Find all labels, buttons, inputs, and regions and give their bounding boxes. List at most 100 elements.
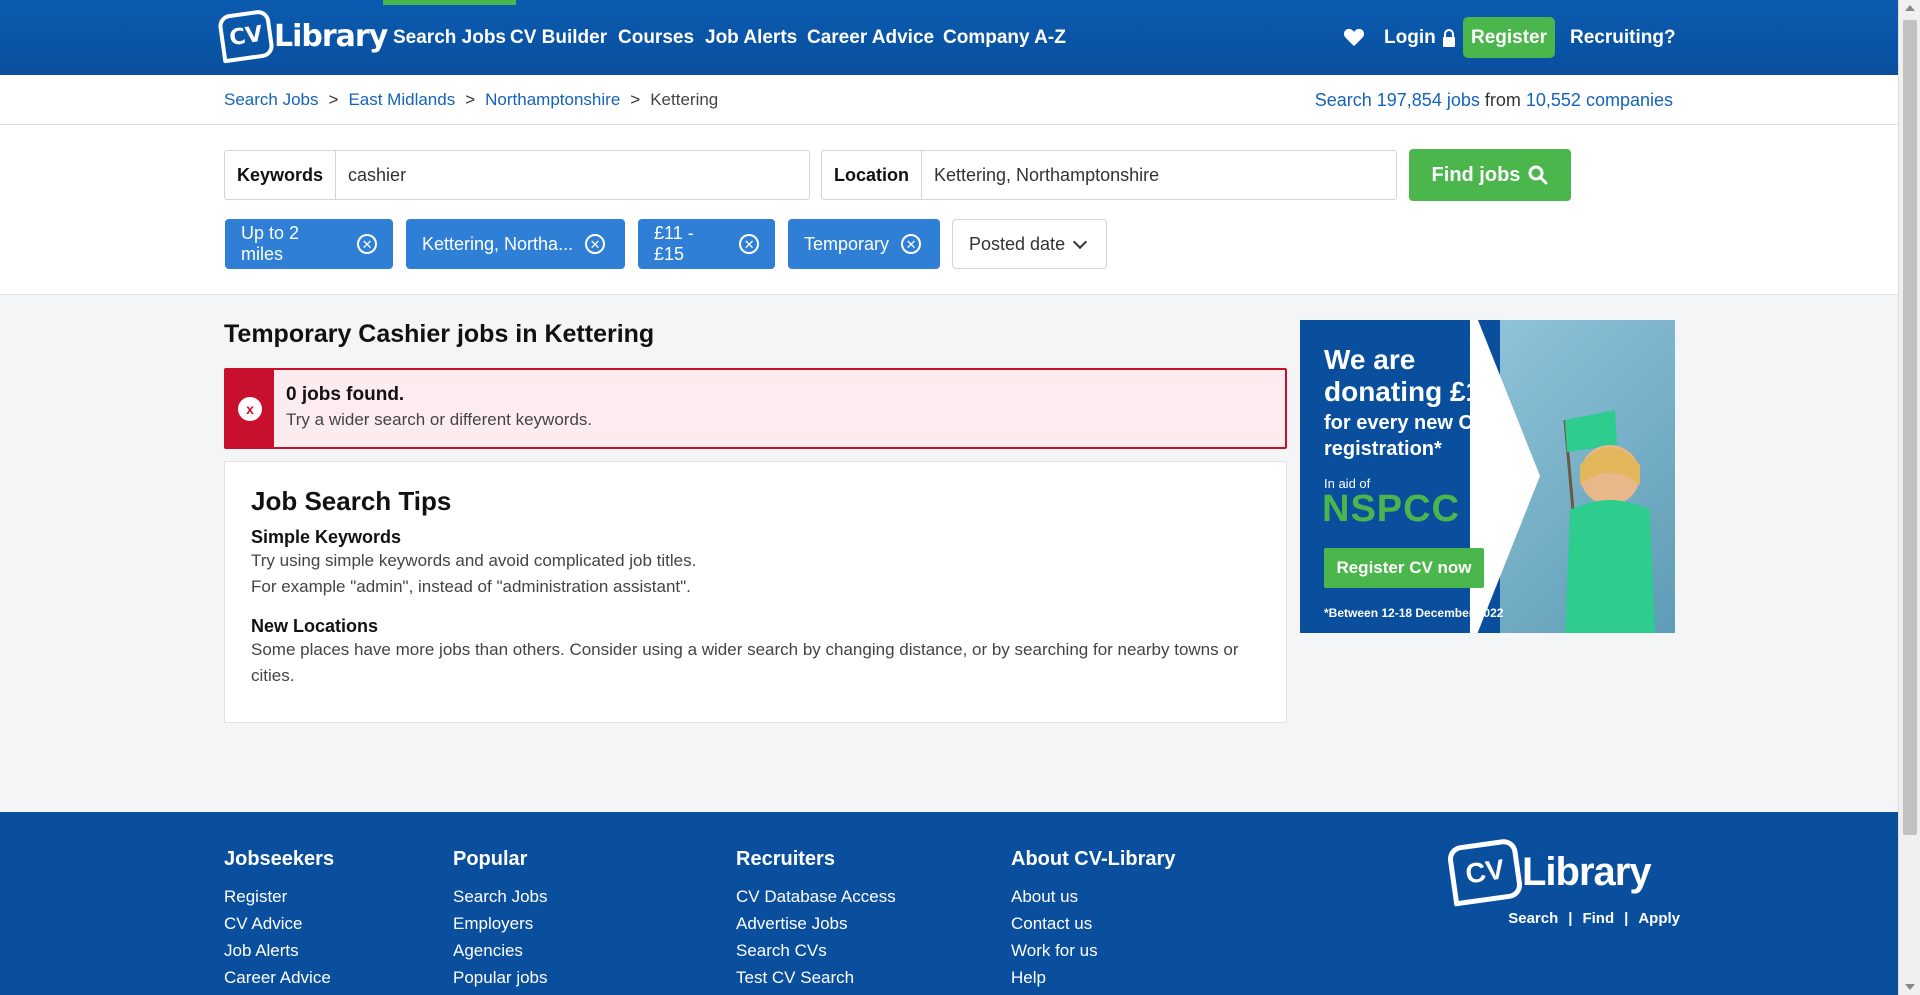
tagline-search: Search [1508, 910, 1559, 927]
filter-chip-distance[interactable]: Up to 2 miles ✕ [225, 219, 393, 269]
no-results-alert: x 0 jobs found. Try a wider search or di… [224, 368, 1287, 449]
breadcrumb-current: Kettering [650, 90, 719, 109]
tip-heading: New Locations [251, 616, 379, 636]
footer-col-title: Jobseekers [224, 848, 335, 870]
find-jobs-label: Find jobs [1431, 163, 1521, 186]
close-icon[interactable]: ✕ [901, 234, 922, 254]
footer-col-recruiters: Recruiters CV Database Access Advertise … [736, 848, 896, 991]
close-icon[interactable]: ✕ [585, 234, 606, 254]
footer-logo[interactable]: CV Library Search | Find | Apply [1446, 837, 1680, 927]
footer-col-popular: Popular Search Jobs Employers Agencies P… [453, 848, 548, 991]
footer-logo-cv-mark: CV [1446, 837, 1524, 907]
search-icon [1528, 165, 1548, 185]
nav-career-advice[interactable]: Career Advice [807, 0, 934, 75]
footer-link[interactable]: Job Alerts [224, 937, 334, 964]
breadcrumb-northamptonshire[interactable]: Northamptonshire [485, 75, 620, 125]
chevron-down-icon [1073, 234, 1088, 249]
scroll-up-arrow-icon[interactable] [1905, 5, 1915, 11]
alert-title: 0 jobs found. [286, 384, 405, 405]
location-input[interactable] [922, 151, 1396, 199]
tagline-apply: Apply [1638, 910, 1680, 927]
tip-heading: Simple Keywords [251, 527, 402, 547]
footer-col-title: Recruiters [736, 848, 835, 870]
sort-dropdown[interactable]: Posted date [952, 219, 1107, 269]
footer-link[interactable]: Work for us [1011, 937, 1175, 964]
logo-cv-mark: CV [216, 8, 276, 64]
scroll-down-arrow-icon[interactable] [1905, 984, 1915, 990]
tagline-find: Find [1582, 910, 1615, 927]
location-field: Location [821, 150, 1397, 200]
search-area: Keywords Location Find jobs Up to 2 mile… [0, 125, 1898, 295]
breadcrumb-bar: Search Jobs > East Midlands > Northampto… [0, 75, 1898, 125]
logo-wordmark: Library [274, 18, 388, 54]
login-link[interactable]: Login [1384, 0, 1456, 75]
footer-link[interactable]: Register [224, 883, 334, 910]
nav-company-a-z[interactable]: Company A-Z [943, 0, 1066, 75]
footer-logo-wordmark: Library [1522, 849, 1652, 894]
footer-link[interactable]: Popular jobs [453, 964, 548, 991]
job-search-tips: Job Search Tips Simple Keywords Try usin… [224, 461, 1287, 723]
filter-chip-job-type[interactable]: Temporary ✕ [788, 219, 940, 269]
footer-link[interactable]: Agencies [453, 937, 548, 964]
footer-link[interactable]: About us [1011, 883, 1175, 910]
footer-tagline: Search | Find | Apply [1450, 910, 1680, 927]
top-navigation: CV Library Search Jobs CV Builder Course… [0, 0, 1898, 75]
login-label: Login [1384, 27, 1436, 48]
stats-jobs-link[interactable]: 197,854 jobs [1377, 90, 1480, 110]
alert-body: 0 jobs found. Try a wider search or diff… [274, 370, 604, 447]
ad-register-cv-button[interactable]: Register CV now [1324, 548, 1484, 588]
footer-link[interactable]: Contact us [1011, 910, 1175, 937]
keywords-input[interactable] [336, 151, 809, 199]
lock-icon [1442, 28, 1455, 47]
footer-link[interactable]: Search Jobs [453, 883, 548, 910]
alert-message: Try a wider search or different keywords… [286, 410, 593, 429]
nspcc-advert[interactable]: We are donating £1 for every new CV regi… [1300, 320, 1675, 633]
stats-companies-link[interactable]: 10,552 companies [1526, 90, 1673, 110]
breadcrumb-separator: > [465, 90, 476, 109]
keywords-field: Keywords [224, 150, 810, 200]
footer-link[interactable]: Advertise Jobs [736, 910, 896, 937]
ad-charity: NSPCC [1322, 488, 1461, 530]
footer-link[interactable]: Career Advice [224, 964, 334, 991]
breadcrumb-east-midlands[interactable]: East Midlands [348, 75, 455, 125]
site-logo[interactable]: CV Library [216, 8, 388, 64]
footer-link[interactable]: Employers [453, 910, 548, 937]
footer-col-jobseekers: Jobseekers Register CV Advice Job Alerts… [224, 848, 334, 991]
footer-link[interactable]: Test CV Search [736, 964, 896, 991]
tip-text: Some places have more jobs than others. … [251, 640, 1239, 685]
tip-text: For example "admin", instead of "adminis… [251, 577, 691, 596]
close-icon[interactable]: ✕ [739, 234, 759, 254]
breadcrumb: Search Jobs > East Midlands > Northampto… [224, 75, 718, 125]
footer-link[interactable]: Search CVs [736, 937, 896, 964]
site-footer: Jobseekers Register CV Advice Job Alerts… [0, 812, 1898, 995]
nav-search-jobs[interactable]: Search Jobs [383, 0, 516, 75]
child-illustration [1563, 410, 1655, 633]
ad-subline: for every new CV registration* [1324, 412, 1487, 460]
site-stats: Search 197,854 jobs from 10,552 companie… [1315, 75, 1673, 125]
filter-chip-location[interactable]: Kettering, Northa... ✕ [406, 219, 625, 269]
footer-col-title: Popular [453, 848, 528, 870]
chip-label: Kettering, Northa... [422, 233, 574, 254]
page-title: Temporary Cashier jobs in Kettering [224, 320, 655, 348]
vertical-scrollbar[interactable] [1898, 0, 1920, 995]
sort-label: Posted date [969, 233, 1066, 254]
scroll-thumb[interactable] [1903, 20, 1917, 835]
heart-icon[interactable] [1343, 27, 1365, 47]
recruiting-link[interactable]: Recruiting? [1570, 0, 1676, 75]
footer-link[interactable]: Help [1011, 964, 1175, 991]
footer-col-about: About CV-Library About us Contact us Wor… [1011, 848, 1175, 991]
ad-headline: We are donating £1 [1324, 344, 1482, 407]
filter-chip-salary[interactable]: £11 - £15 ✕ [638, 219, 775, 269]
keywords-label: Keywords [225, 151, 337, 199]
register-button[interactable]: Register [1463, 17, 1555, 58]
close-icon[interactable]: ✕ [357, 234, 377, 254]
nav-cv-builder[interactable]: CV Builder [510, 0, 607, 75]
chip-label: Up to 2 miles [241, 223, 300, 264]
footer-link[interactable]: CV Database Access [736, 883, 896, 910]
stats-middle: from [1484, 90, 1521, 110]
nav-courses[interactable]: Courses [618, 0, 694, 75]
find-jobs-button[interactable]: Find jobs [1409, 149, 1571, 201]
breadcrumb-search-jobs[interactable]: Search Jobs [224, 75, 319, 125]
nav-job-alerts[interactable]: Job Alerts [705, 0, 797, 75]
footer-link[interactable]: CV Advice [224, 910, 334, 937]
